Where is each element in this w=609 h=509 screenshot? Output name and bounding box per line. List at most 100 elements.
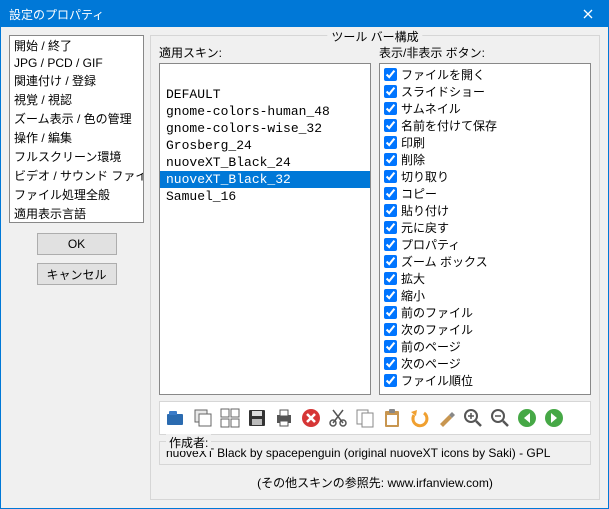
check-row[interactable]: 縮小 — [382, 287, 588, 304]
zoom-in-icon[interactable] — [461, 406, 485, 430]
check-toggle[interactable] — [384, 119, 397, 132]
category-item[interactable]: 操作 / 編集 — [10, 128, 143, 147]
paste-icon[interactable] — [380, 406, 404, 430]
check-row[interactable]: 前のページ — [382, 338, 588, 355]
category-item[interactable]: JPG / PCD / GIF — [10, 55, 143, 71]
skin-item[interactable]: gnome-colors-human_48 — [160, 103, 370, 120]
next-file-icon[interactable] — [542, 406, 566, 430]
check-row[interactable]: 印刷 — [382, 134, 588, 151]
skin-listbox[interactable]: DEFAULTgnome-colors-human_48gnome-colors… — [159, 63, 371, 395]
check-label: 次のページ — [401, 355, 461, 372]
cancel-button[interactable]: キャンセル — [37, 263, 117, 285]
check-row[interactable]: コピー — [382, 185, 588, 202]
open-icon[interactable] — [164, 406, 188, 430]
check-toggle[interactable] — [384, 153, 397, 166]
skin-item[interactable]: nuoveXT_Black_32 — [160, 171, 370, 188]
buttons-checklist[interactable]: ファイルを開くスライドショーサムネイル名前を付けて保存印刷削除切り取りコピー貼り… — [379, 63, 591, 395]
category-listbox[interactable]: 開始 / 終了JPG / PCD / GIF関連付け / 登録視覚 / 視認ズー… — [9, 35, 144, 223]
check-row[interactable]: 名前を付けて保存 — [382, 117, 588, 134]
check-row[interactable]: 貼り付け — [382, 202, 588, 219]
check-toggle[interactable] — [384, 170, 397, 183]
properties-icon[interactable] — [434, 406, 458, 430]
close-button[interactable] — [568, 1, 608, 27]
check-toggle[interactable] — [384, 102, 397, 115]
check-toggle[interactable] — [384, 357, 397, 370]
check-toggle[interactable] — [384, 255, 397, 268]
category-item[interactable]: ファイル処理全般 — [10, 185, 143, 204]
category-item[interactable]: 関連付け / 登録 — [10, 71, 143, 90]
check-row[interactable]: 拡大 — [382, 270, 588, 287]
check-toggle[interactable] — [384, 68, 397, 81]
prev-file-icon[interactable] — [515, 406, 539, 430]
save-icon[interactable] — [245, 406, 269, 430]
check-row[interactable]: スライドショー — [382, 83, 588, 100]
slideshow-icon[interactable] — [191, 406, 215, 430]
check-label: 切り取り — [401, 168, 449, 185]
delete-icon[interactable] — [299, 406, 323, 430]
check-label: ファイルを開く — [401, 66, 485, 83]
check-toggle[interactable] — [384, 340, 397, 353]
check-row[interactable]: ファイルを開く — [382, 66, 588, 83]
skin-item[interactable]: Samuel_16 — [160, 188, 370, 205]
cut-icon[interactable] — [326, 406, 350, 430]
toolbar-config-group: ツール バー構成 適用スキン: DEFAULTgnome-colors-huma… — [150, 35, 600, 500]
author-box: 作成者: nuoveXT Black by spacepenguin (orig… — [159, 441, 591, 465]
left-column: 開始 / 終了JPG / PCD / GIF関連付け / 登録視覚 / 視認ズー… — [9, 35, 144, 500]
window-title: 設定のプロパティ — [9, 6, 104, 23]
author-text: nuoveXT Black by spacepenguin (original … — [166, 446, 584, 460]
print-icon[interactable] — [272, 406, 296, 430]
undo-icon[interactable] — [407, 406, 431, 430]
skin-item[interactable]: gnome-colors-wise_32 — [160, 120, 370, 137]
skin-item[interactable]: Grosberg_24 — [160, 137, 370, 154]
skin-item[interactable]: nuoveXT_Black_24 — [160, 154, 370, 171]
check-row[interactable]: 元に戻す — [382, 219, 588, 236]
check-label: 拡大 — [401, 270, 425, 287]
check-toggle[interactable] — [384, 85, 397, 98]
check-row[interactable]: 削除 — [382, 151, 588, 168]
check-row[interactable]: プロパティ — [382, 236, 588, 253]
check-label: 元に戻す — [401, 219, 449, 236]
check-label: コピー — [401, 185, 437, 202]
close-icon — [583, 9, 593, 19]
check-label: 名前を付けて保存 — [401, 117, 497, 134]
category-item[interactable]: 適用表示言語 — [10, 204, 143, 223]
check-row[interactable]: 次のファイル — [382, 321, 588, 338]
check-label: ズーム ボックス — [401, 253, 488, 270]
check-toggle[interactable] — [384, 204, 397, 217]
check-toggle[interactable] — [384, 289, 397, 302]
category-item[interactable]: ビデオ / サウンド ファイル — [10, 166, 143, 185]
check-label: 前のファイル — [401, 304, 473, 321]
check-row[interactable]: 次のページ — [382, 355, 588, 372]
check-toggle[interactable] — [384, 136, 397, 149]
check-toggle[interactable] — [384, 272, 397, 285]
category-item[interactable]: 開始 / 終了 — [10, 36, 143, 55]
category-item[interactable]: フルスクリーン環境 — [10, 147, 143, 166]
check-label: サムネイル — [401, 100, 461, 117]
check-row[interactable]: ファイル順位 — [382, 372, 588, 389]
check-row[interactable]: ズーム ボックス — [382, 253, 588, 270]
right-column: ツール バー構成 適用スキン: DEFAULTgnome-colors-huma… — [150, 35, 600, 500]
check-label: 削除 — [401, 151, 425, 168]
copy-icon[interactable] — [353, 406, 377, 430]
properties-dialog: 設定のプロパティ 開始 / 終了JPG / PCD / GIF関連付け / 登録… — [0, 0, 609, 509]
check-row[interactable]: 切り取り — [382, 168, 588, 185]
check-toggle[interactable] — [384, 374, 397, 387]
check-row[interactable]: サムネイル — [382, 100, 588, 117]
category-item[interactable]: ズーム表示 / 色の管理 — [10, 109, 143, 128]
group-legend: ツール バー構成 — [327, 28, 422, 45]
category-item[interactable]: 視覚 / 視認 — [10, 90, 143, 109]
check-toggle[interactable] — [384, 187, 397, 200]
thumbnail-icon[interactable] — [218, 406, 242, 430]
titlebar: 設定のプロパティ — [1, 1, 608, 27]
ok-button[interactable]: OK — [37, 233, 117, 255]
check-toggle[interactable] — [384, 306, 397, 319]
check-label: スライドショー — [401, 83, 485, 100]
check-toggle[interactable] — [384, 221, 397, 234]
check-row[interactable]: 前のファイル — [382, 304, 588, 321]
buttons-column: 表示/非表示 ボタン: ファイルを開くスライドショーサムネイル名前を付けて保存印… — [379, 44, 591, 395]
zoom-out-icon[interactable] — [488, 406, 512, 430]
skin-item[interactable]: DEFAULT — [160, 86, 370, 103]
check-toggle[interactable] — [384, 323, 397, 336]
check-label: 印刷 — [401, 134, 425, 151]
check-toggle[interactable] — [384, 238, 397, 251]
